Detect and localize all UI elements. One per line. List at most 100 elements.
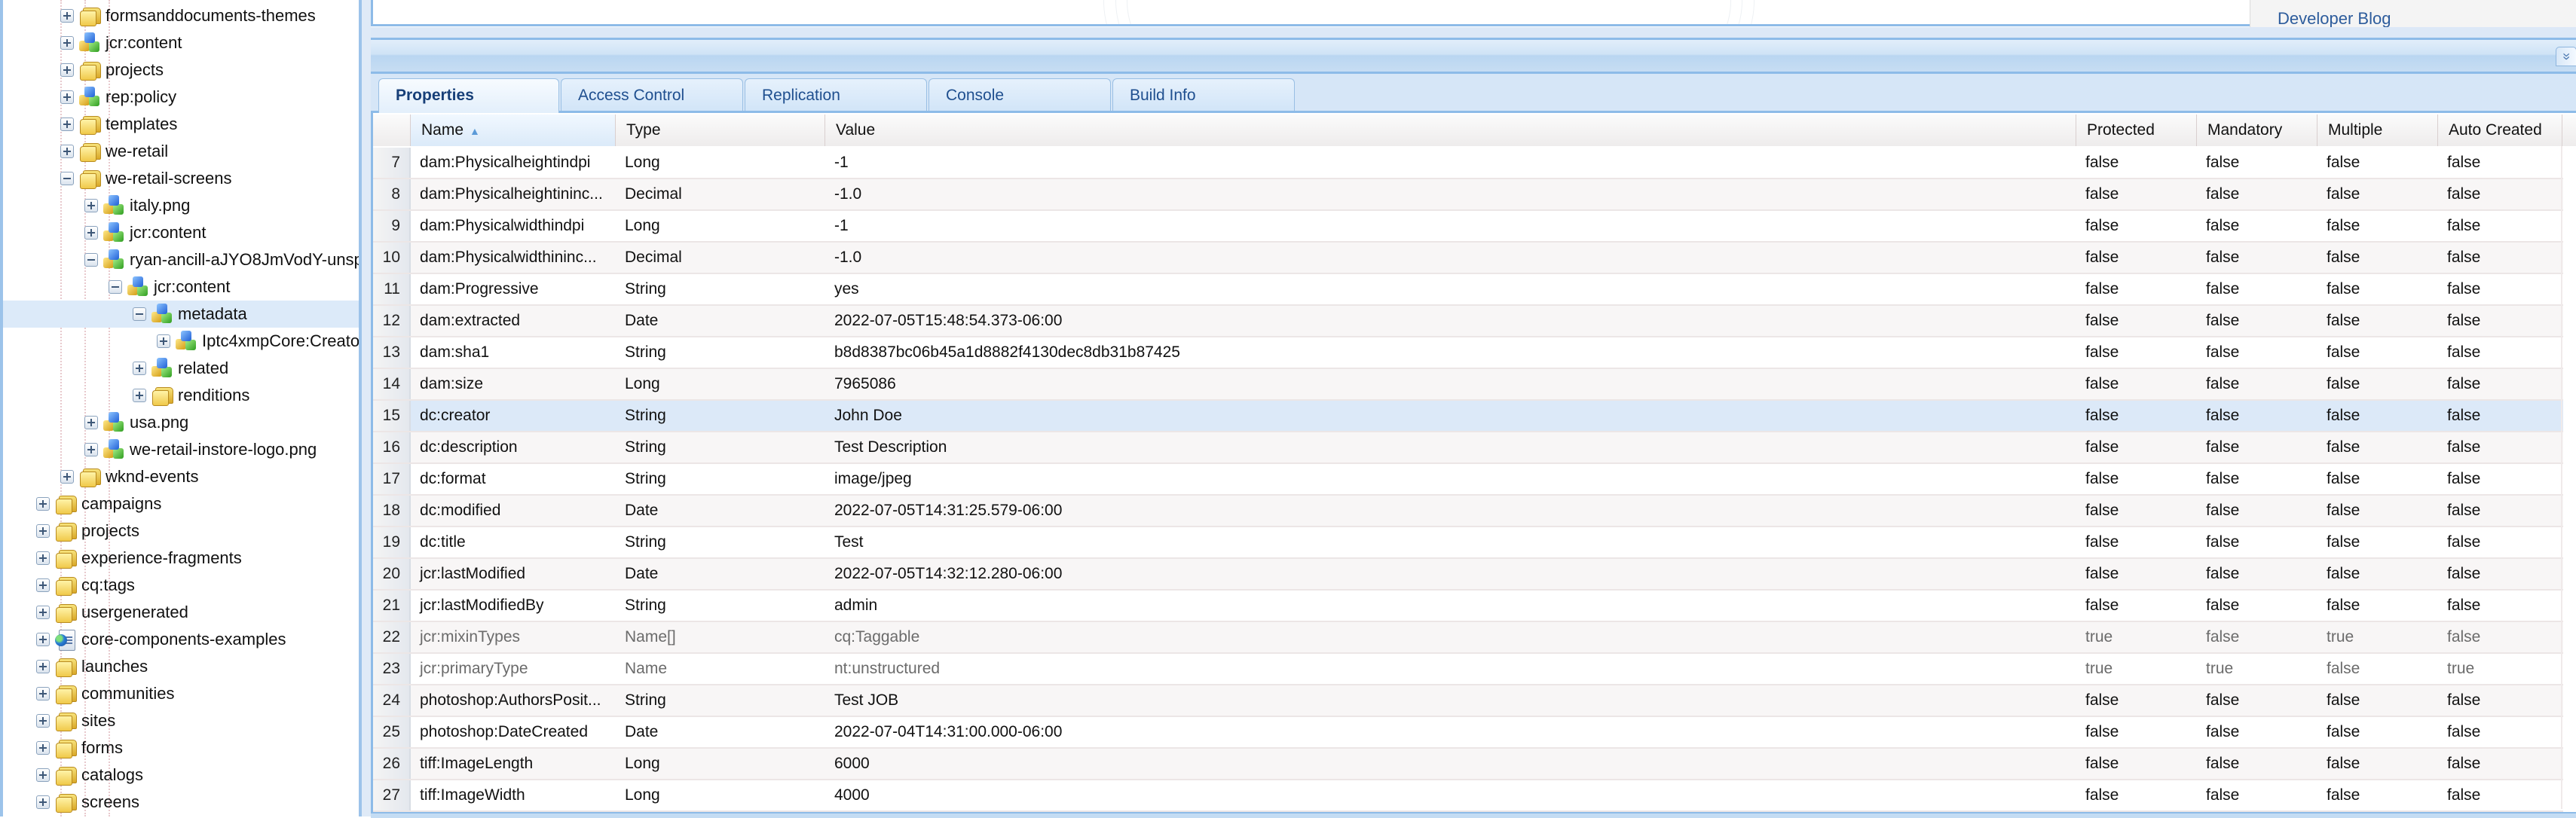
table-row[interactable]: 20 jcr:lastModified Date 2022-07-05T14:32:1… <box>373 559 2563 591</box>
table-row[interactable]: 26 tiff:ImageLength Long 6000 false false fals… <box>373 749 2563 780</box>
expand-icon[interactable] <box>60 63 74 77</box>
tree-node[interactable]: projects <box>3 517 359 545</box>
table-row[interactable]: 9 dam:Physicalwidthindpi Long -1 false false f… <box>373 211 2563 243</box>
table-row[interactable]: 19 dc:title String Test false false false false <box>373 527 2563 559</box>
column-header-type[interactable]: Type <box>616 114 825 146</box>
cell-value[interactable]: 2022-07-05T14:31:25.579-06:00 <box>825 496 2076 526</box>
cell-value[interactable]: -1.0 <box>825 179 2076 209</box>
expand-icon[interactable] <box>36 714 50 728</box>
tree-node[interactable]: core-components-examples <box>3 626 359 653</box>
cell-value[interactable]: -1.0 <box>825 243 2076 273</box>
cell-value[interactable]: Test <box>825 527 2076 557</box>
cell-value[interactable]: 4000 <box>825 780 2076 810</box>
expand-icon[interactable] <box>36 768 50 782</box>
expand-icon[interactable] <box>84 226 98 240</box>
expand-icon[interactable] <box>157 334 170 348</box>
expand-icon[interactable] <box>84 443 98 456</box>
tree-node[interactable]: forms <box>3 734 359 762</box>
tree-node[interactable]: we-retail <box>3 138 359 165</box>
cell-value[interactable]: image/jpeg <box>825 464 2076 494</box>
tree-node[interactable]: jcr:content <box>3 29 359 56</box>
tree-node[interactable]: usa.png <box>3 409 359 436</box>
tree-node[interactable]: we-retail-instore-logo.png <box>3 436 359 463</box>
table-row[interactable]: 13 dam:sha1 String b8d8387bc06b45a1d8882f41… <box>373 337 2563 369</box>
expand-icon[interactable] <box>36 741 50 755</box>
table-row[interactable]: 27 tiff:ImageWidth Long 4000 false false false… <box>373 780 2563 812</box>
tree-node[interactable]: jcr:content <box>3 273 359 301</box>
tab-console[interactable]: Console <box>929 78 1111 111</box>
cell-value[interactable]: b8d8387bc06b45a1d8882f4130dec8db31b87425 <box>825 337 2076 368</box>
developer-blog-link[interactable]: Developer Blog <box>2278 9 2391 27</box>
cell-value[interactable]: 6000 <box>825 749 2076 779</box>
table-row[interactable]: 15 dc:creator String John Doe false false fals… <box>373 401 2563 432</box>
tree-node[interactable]: ryan-ancill-aJYO8JmVodY-unsplash.jpg <box>3 246 359 273</box>
expand-icon[interactable] <box>36 660 50 673</box>
table-row[interactable]: 23 jcr:primaryType Name nt:unstructured true… <box>373 654 2563 685</box>
table-row[interactable]: 12 dam:extracted Date 2022-07-05T15:48:54.3… <box>373 306 2563 337</box>
tree-node[interactable]: sites <box>3 707 359 734</box>
tree-node[interactable]: related <box>3 355 359 382</box>
tree-node[interactable]: campaigns <box>3 490 359 517</box>
cell-value[interactable]: yes <box>825 274 2076 304</box>
table-row[interactable]: 18 dc:modified Date 2022-07-05T14:31:25.579… <box>373 496 2563 527</box>
table-row[interactable]: 7 dam:Physicalheightindpi Long -1 false false… <box>373 148 2563 179</box>
tree-node[interactable]: we-retail-screens <box>3 165 359 192</box>
expand-icon[interactable] <box>36 578 50 592</box>
expand-icon[interactable] <box>133 389 146 402</box>
cell-value[interactable]: Test JOB <box>825 685 2076 716</box>
expand-icon[interactable] <box>36 551 50 565</box>
column-header-multiple[interactable]: Multiple <box>2317 114 2438 146</box>
tree-node[interactable]: rep:policy <box>3 84 359 111</box>
tab-access-control[interactable]: Access Control <box>561 78 743 111</box>
cell-value[interactable]: nt:unstructured <box>825 654 2076 684</box>
expand-icon[interactable] <box>133 362 146 375</box>
tree-node[interactable]: formsanddocuments-themes <box>3 2 359 29</box>
collapse-icon[interactable] <box>84 253 98 267</box>
cell-value[interactable]: John Doe <box>825 401 2076 431</box>
table-row[interactable]: 14 dam:size Long 7965086 false false false fals… <box>373 369 2563 401</box>
tree-node[interactable]: wknd-events <box>3 463 359 490</box>
table-row[interactable]: 8 dam:Physicalheightininc... Decimal -1.0 fa… <box>373 179 2563 211</box>
tree-node[interactable]: Iptc4xmpCore:CreatorContactInfo <box>3 328 359 355</box>
collapse-icon[interactable] <box>60 172 74 185</box>
double-chevron-down-icon[interactable]: » <box>2556 47 2576 66</box>
expand-icon[interactable] <box>36 795 50 809</box>
expand-icon[interactable] <box>36 606 50 619</box>
table-row[interactable]: 17 dc:format String image/jpeg false false fal… <box>373 464 2563 496</box>
table-row[interactable]: 16 dc:description String Test Description fa… <box>373 432 2563 464</box>
cell-value[interactable]: cq:Taggable <box>825 622 2076 652</box>
expand-icon[interactable] <box>84 416 98 429</box>
tree-node[interactable]: catalogs <box>3 762 359 789</box>
column-header-protected[interactable]: Protected <box>2076 114 2197 146</box>
expand-icon[interactable] <box>36 687 50 700</box>
expand-icon[interactable] <box>36 524 50 538</box>
tree-node[interactable]: launches <box>3 653 359 680</box>
table-row[interactable]: 24 photoshop:AuthorsPosit... String Test JO… <box>373 685 2563 717</box>
expand-icon[interactable] <box>60 145 74 158</box>
table-row[interactable]: 25 photoshop:DateCreated Date 2022-07-04T14… <box>373 717 2563 749</box>
column-header-value[interactable]: Value <box>825 114 2076 146</box>
cell-value[interactable]: -1 <box>825 211 2076 241</box>
cell-value[interactable]: -1 <box>825 148 2076 178</box>
table-row[interactable]: 11 dam:Progressive String yes false false fals… <box>373 274 2563 306</box>
tree-node[interactable]: cq:tags <box>3 572 359 599</box>
collapse-icon[interactable] <box>133 307 146 321</box>
tree-node[interactable]: metadata <box>3 301 359 328</box>
expand-icon[interactable] <box>36 633 50 646</box>
table-row[interactable]: 10 dam:Physicalwidthininc... Decimal -1.0 fa… <box>373 243 2563 274</box>
tree-node[interactable]: projects <box>3 56 359 84</box>
expand-icon[interactable] <box>36 497 50 511</box>
expand-icon[interactable] <box>60 118 74 131</box>
expand-icon[interactable] <box>60 9 74 23</box>
tab-build-info[interactable]: Build Info <box>1112 78 1295 111</box>
tab-replication[interactable]: Replication <box>745 78 927 111</box>
tree-node[interactable]: screens <box>3 789 359 816</box>
tree-node[interactable]: experience-fragments <box>3 545 359 572</box>
tree-node[interactable]: jcr:content <box>3 219 359 246</box>
column-header-auto-created[interactable]: Auto Created <box>2438 114 2562 146</box>
table-row[interactable]: 22 jcr:mixinTypes Name[] cq:Taggable true fal… <box>373 622 2563 654</box>
table-row[interactable]: 21 jcr:lastModifiedBy String admin false fals… <box>373 591 2563 622</box>
tree-node[interactable]: templates <box>3 111 359 138</box>
tree-node[interactable]: renditions <box>3 382 359 409</box>
tree-node[interactable]: communities <box>3 680 359 707</box>
